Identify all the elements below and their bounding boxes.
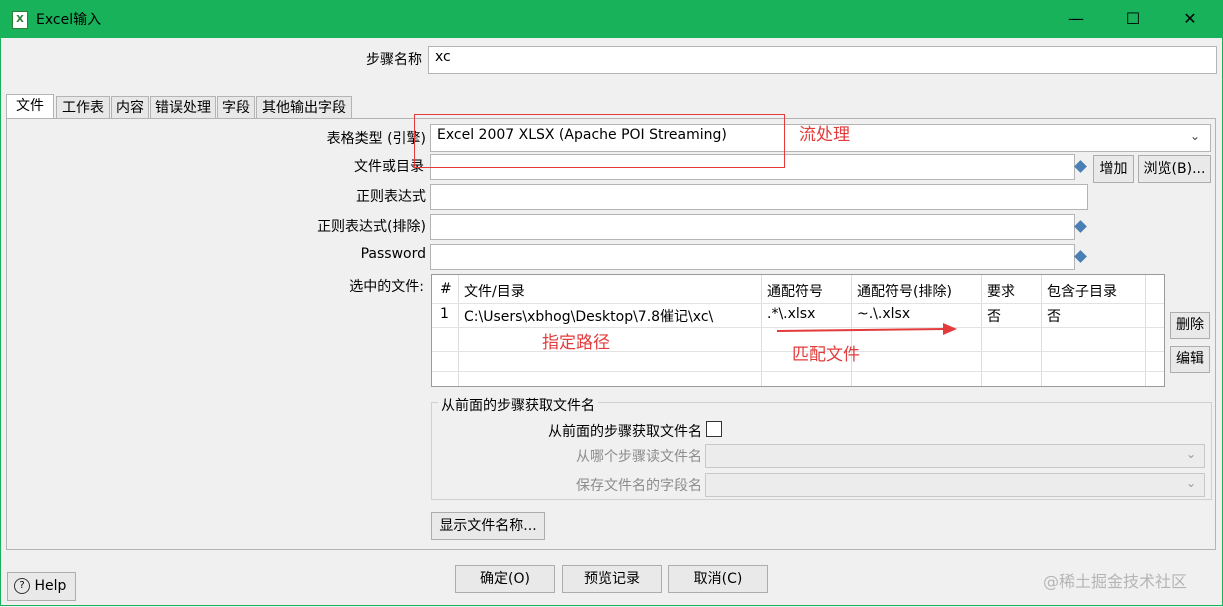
annotation-stream: 流处理 xyxy=(799,125,850,145)
tab-file[interactable]: 文件 xyxy=(6,94,54,118)
file-or-dir-label: 文件或目录 xyxy=(354,159,424,175)
password-label: Password xyxy=(360,246,426,262)
column-divider xyxy=(1041,275,1042,386)
spreadsheet-type-label: 表格类型 (引擎) xyxy=(326,131,426,147)
chevron-down-icon[interactable]: ⌄ xyxy=(1190,129,1200,143)
show-filenames-button[interactable]: 显示文件名称... xyxy=(431,512,545,540)
ok-button[interactable]: 确定(O) xyxy=(455,565,555,593)
step-name-input[interactable]: xc xyxy=(428,46,1217,74)
annotation-box xyxy=(414,114,785,168)
help-label: Help xyxy=(34,578,67,594)
table-header-wildcard[interactable]: 通配符号 xyxy=(767,281,823,301)
prev-step-group-title: 从前面的步骤获取文件名 xyxy=(438,395,598,415)
regex-input[interactable] xyxy=(430,184,1088,210)
tab-error-handling[interactable]: 错误处理 xyxy=(150,96,216,118)
read-from-step-label: 从哪个步骤读文件名 xyxy=(576,449,702,465)
regex-exclude-input[interactable] xyxy=(430,214,1075,240)
annotation-path: 指定路径 xyxy=(542,333,610,353)
chevron-down-icon: ⌄ xyxy=(1186,476,1197,490)
annotation-match: 匹配文件 xyxy=(792,345,860,365)
selected-files-label: 选中的文件: xyxy=(349,279,424,295)
tab-content[interactable]: 内容 xyxy=(111,96,149,118)
table-header-path[interactable]: 文件/目录 xyxy=(464,281,525,301)
preview-button[interactable]: 预览记录 xyxy=(562,565,662,593)
help-icon: ? xyxy=(14,578,30,594)
step-name-label: 步骤名称 xyxy=(366,52,422,68)
delete-button[interactable]: 删除 xyxy=(1170,312,1210,339)
tab-worksheet[interactable]: 工作表 xyxy=(56,96,110,118)
help-button[interactable]: ? Help xyxy=(7,572,76,601)
title-bar xyxy=(0,0,1223,38)
table-cell-path[interactable]: C:\Users\xbhog\Desktop\7.8催记\xc\ xyxy=(464,306,713,326)
close-icon[interactable]: ✕ xyxy=(1167,0,1213,38)
column-divider xyxy=(458,275,459,386)
field-name-select[interactable] xyxy=(705,473,1205,497)
window-title: Excel输入 xyxy=(36,12,102,28)
add-button[interactable]: 增加 xyxy=(1093,155,1134,183)
table-cell-subdirs[interactable]: 否 xyxy=(1047,306,1061,326)
regex-label: 正则表达式 xyxy=(356,189,426,205)
read-from-step-select[interactable] xyxy=(705,444,1205,468)
column-divider xyxy=(981,275,982,386)
table-cell-index[interactable]: 1 xyxy=(440,306,449,322)
cancel-button[interactable]: 取消(C) xyxy=(668,565,768,593)
table-header-wildcard-exclude[interactable]: 通配符号(排除) xyxy=(857,281,952,301)
row-divider xyxy=(432,303,1164,304)
row-divider xyxy=(432,371,1164,372)
column-divider xyxy=(1145,275,1146,386)
table-header-required[interactable]: 要求 xyxy=(987,281,1015,301)
prev-step-checkbox-label: 从前面的步骤获取文件名 xyxy=(548,424,702,440)
watermark: @稀土掘金技术社区 xyxy=(1043,572,1188,591)
table-cell-required[interactable]: 否 xyxy=(987,306,1001,326)
excel-app-icon: X xyxy=(12,11,28,29)
regex-exclude-label: 正则表达式(排除) xyxy=(317,219,426,235)
minimize-icon[interactable]: — xyxy=(1053,0,1099,38)
table-header-subdirs[interactable]: 包含子目录 xyxy=(1047,281,1117,301)
edit-button[interactable]: 编辑 xyxy=(1170,346,1210,373)
chevron-down-icon: ⌄ xyxy=(1186,447,1197,461)
tab-fields[interactable]: 字段 xyxy=(217,96,255,118)
table-header-index[interactable]: # xyxy=(440,281,452,297)
browse-button[interactable]: 浏览(B)... xyxy=(1138,155,1211,183)
field-name-label: 保存文件名的字段名 xyxy=(576,478,702,494)
prev-step-checkbox[interactable] xyxy=(706,421,722,437)
annotation-arrow xyxy=(776,323,957,335)
password-input[interactable] xyxy=(430,244,1075,270)
maximize-icon[interactable]: ☐ xyxy=(1110,0,1156,38)
column-divider xyxy=(761,275,762,386)
tab-other-output-fields[interactable]: 其他输出字段 xyxy=(256,96,352,118)
